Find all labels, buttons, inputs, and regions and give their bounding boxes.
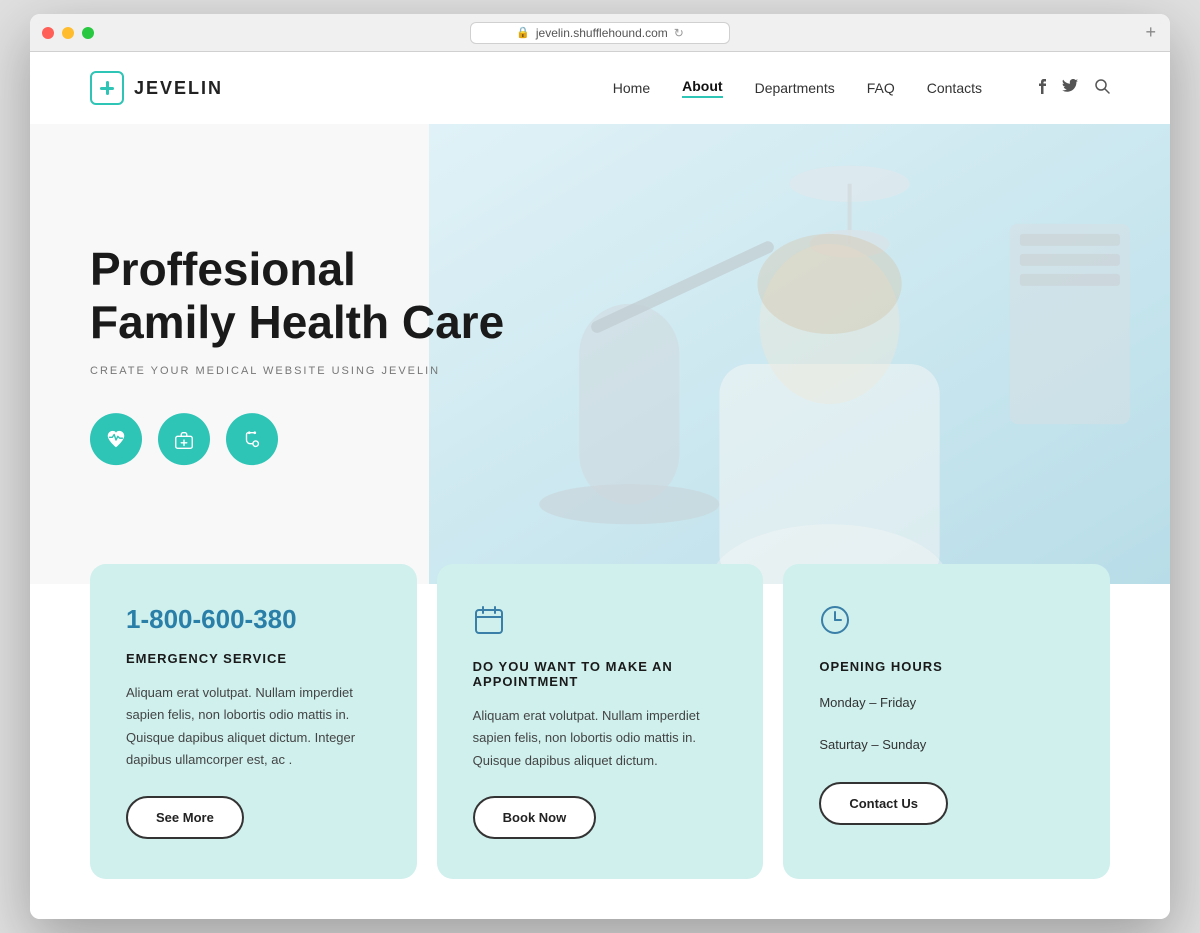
new-tab-button[interactable]: +	[1145, 22, 1156, 43]
hero-background	[429, 124, 1170, 584]
cards-section: 1-800-600-380 EMERGENCY SERVICE Aliquam …	[30, 564, 1170, 918]
website: JEVELIN Home About Departments FAQ Conta…	[30, 52, 1170, 918]
emergency-phone: 1-800-600-380	[126, 604, 381, 635]
nav-contacts[interactable]: Contacts	[927, 80, 982, 96]
stethoscope-icon-button[interactable]	[226, 413, 278, 465]
nav-icon-group	[1038, 78, 1110, 99]
clock-icon	[819, 604, 1074, 643]
logo[interactable]: JEVELIN	[90, 71, 223, 105]
nav-departments[interactable]: Departments	[755, 80, 835, 96]
hours-card: OPENING HOURS Monday – Friday Saturtay –…	[783, 564, 1110, 878]
calendar-icon	[473, 604, 728, 643]
close-button[interactable]	[42, 27, 54, 39]
emergency-card: 1-800-600-380 EMERGENCY SERVICE Aliquam …	[90, 564, 417, 878]
heartbeat-icon-button[interactable]	[90, 413, 142, 465]
appointment-card: DO YOU WANT TO MAKE AN APPOINTMENT Aliqu…	[437, 564, 764, 878]
contact-us-button[interactable]: Contact Us	[819, 782, 948, 825]
titlebar: 🔒 jevelin.shufflehound.com ↻ +	[30, 14, 1170, 52]
emergency-title: EMERGENCY SERVICE	[126, 651, 381, 666]
minimize-button[interactable]	[62, 27, 74, 39]
maximize-button[interactable]	[82, 27, 94, 39]
hours-weekdays: Monday – Friday	[819, 690, 1074, 716]
url-text: jevelin.shufflehound.com	[536, 26, 668, 40]
facebook-icon[interactable]	[1038, 78, 1046, 99]
hero-image	[429, 124, 1170, 584]
logo-text: JEVELIN	[134, 78, 223, 99]
hero-section: Proffesional Family Health Care CREATE Y…	[30, 124, 1170, 584]
nav-faq[interactable]: FAQ	[867, 80, 895, 96]
hours-weekend: Saturtay – Sunday	[819, 732, 1074, 758]
twitter-icon[interactable]	[1062, 79, 1078, 98]
book-now-button[interactable]: Book Now	[473, 796, 597, 839]
address-bar[interactable]: 🔒 jevelin.shufflehound.com ↻	[470, 22, 730, 44]
mac-window: 🔒 jevelin.shufflehound.com ↻ + JEVELIN H…	[30, 14, 1170, 918]
hero-icon-group	[90, 413, 504, 465]
appointment-text: Aliquam erat volutpat. Nullam imperdiet …	[473, 705, 728, 771]
hours-title: OPENING HOURS	[819, 659, 1074, 674]
logo-icon	[90, 71, 124, 105]
appointment-title: DO YOU WANT TO MAKE AN APPOINTMENT	[473, 659, 728, 689]
nav-about[interactable]: About	[682, 78, 722, 98]
navbar: JEVELIN Home About Departments FAQ Conta…	[30, 52, 1170, 124]
nav-home[interactable]: Home	[613, 80, 650, 96]
search-icon[interactable]	[1094, 78, 1110, 99]
nav-links: Home About Departments FAQ Contacts	[613, 78, 1110, 99]
refresh-icon: ↻	[674, 26, 684, 40]
medical-bag-icon-button[interactable]	[158, 413, 210, 465]
hero-subtitle: CREATE YOUR MEDICAL WEBSITE USING JEVELI…	[90, 365, 504, 377]
hero-content: Proffesional Family Health Care CREATE Y…	[90, 243, 504, 465]
hero-title: Proffesional Family Health Care	[90, 243, 504, 349]
see-more-button[interactable]: See More	[126, 796, 244, 839]
emergency-text: Aliquam erat volutpat. Nullam imperdiet …	[126, 682, 381, 771]
lock-icon: 🔒	[516, 26, 530, 39]
